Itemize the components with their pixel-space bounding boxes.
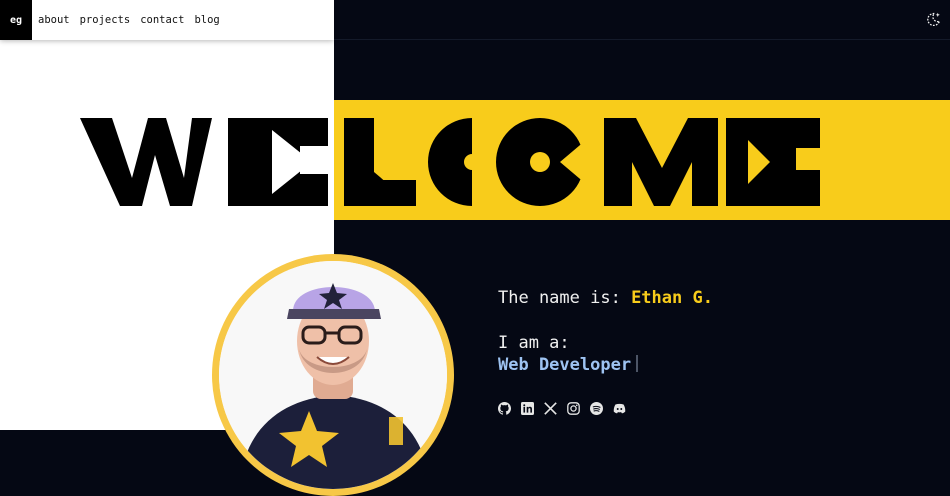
logo-link[interactable]: eg — [0, 0, 32, 40]
welcome-headline — [80, 118, 820, 206]
spotify-icon[interactable] — [590, 402, 603, 415]
name-line: The name is: Ethan G. — [498, 287, 713, 309]
discord-icon[interactable] — [613, 402, 626, 415]
nav-link-about[interactable]: about — [38, 14, 70, 26]
role-line: Web Developer — [498, 354, 713, 376]
role-value: Web Developer — [498, 355, 632, 375]
linkedin-icon[interactable] — [521, 402, 534, 415]
theme-toggle-icon[interactable] — [925, 11, 942, 28]
name-value: Ethan G. — [631, 288, 713, 308]
navbar: eg about projects contact blog — [0, 0, 334, 40]
x-icon[interactable] — [544, 402, 557, 415]
social-links — [498, 402, 626, 415]
typing-cursor — [636, 355, 639, 372]
header-divider — [334, 39, 950, 40]
nav-link-projects[interactable]: projects — [80, 14, 131, 26]
intro-block: The name is: Ethan G. I am a: Web Develo… — [498, 287, 713, 376]
name-prefix: The name is: — [498, 288, 632, 308]
profile-photo-frame — [212, 254, 454, 496]
instagram-icon[interactable] — [567, 402, 580, 415]
nav-link-blog[interactable]: blog — [194, 14, 219, 26]
role-prefix: I am a: — [498, 333, 570, 353]
github-icon[interactable] — [498, 402, 511, 415]
nav-links: about projects contact blog — [38, 14, 220, 26]
profile-photo — [219, 261, 447, 489]
nav-link-contact[interactable]: contact — [140, 14, 184, 26]
